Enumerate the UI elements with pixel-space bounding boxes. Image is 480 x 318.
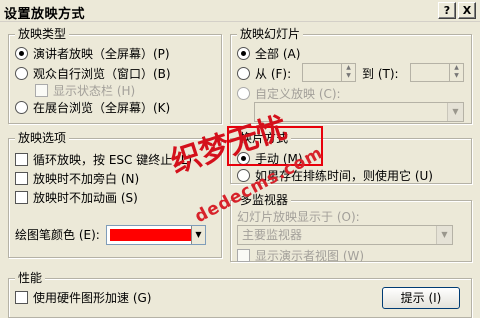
loop-option[interactable]: 循环放映，按 ESC 键终止 (L) [15,150,192,168]
hw-accel-option[interactable]: 使用硬件图形加速 (G) [15,288,151,306]
no-animation-label: 放映时不加动画 (S) [33,190,138,205]
no-narration-checkbox[interactable] [15,171,28,185]
show-type-legend: 放映类型 [15,27,70,41]
individual-option[interactable]: 观众自行浏览（窗口）(B) [15,64,171,82]
close-button[interactable]: X [458,2,476,19]
no-animation-checkbox[interactable] [15,190,28,204]
status-bar-option: 显示状态栏 (H) [35,81,135,99]
individual-radio[interactable] [15,66,28,80]
chevron-down-icon[interactable]: ▼ [191,226,205,244]
no-narration-label: 放映时不加旁白 (N) [33,171,140,186]
spin-down-icon[interactable]: ▼ [342,72,355,80]
title-bar: 设置放映方式 ? X [0,0,480,22]
presenter-label: 演讲者放映（全屏幕）(P) [33,46,170,61]
custom-show-option: 自定义放映 (C): [237,84,341,102]
individual-label: 观众自行浏览（窗口）(B) [33,66,171,81]
hw-accel-label: 使用硬件图形加速 (G) [33,290,152,305]
all-slides-label: 全部 (A) [255,46,301,61]
pen-color-picker[interactable]: ▼ [106,225,206,245]
help-button[interactable]: ? [438,2,456,19]
to-spinner[interactable]: ▲ ▼ [410,63,464,82]
display-on-dropdown: 主要监视器 ▼ [237,225,453,245]
all-slides-radio[interactable] [237,46,250,60]
spin-up-icon[interactable]: ▲ [342,64,355,72]
from-spinner[interactable]: ▲ ▼ [302,63,356,82]
from-option[interactable]: 从 (F): [237,64,291,82]
kiosk-label: 在展台浏览（全屏幕）(K) [33,100,171,115]
spin-up-icon[interactable]: ▲ [450,64,463,72]
custom-show-radio [237,86,250,100]
spin-down-icon[interactable]: ▼ [450,72,463,80]
no-narration-option[interactable]: 放映时不加旁白 (N) [15,169,139,187]
presenter-radio[interactable] [15,46,28,60]
from-label: 从 (F): [255,66,292,81]
presenter-view-checkbox [237,248,250,262]
from-radio[interactable] [237,66,250,80]
show-options-legend: 放映选项 [15,131,70,145]
slides-legend: 放映幻灯片 [237,27,304,41]
loop-checkbox[interactable] [15,152,28,166]
presenter-option[interactable]: 演讲者放映（全屏幕）(P) [15,44,170,62]
display-on-label: 幻灯片放映显示于 (O): [237,209,360,224]
performance-legend: 性能 [15,271,46,285]
presenter-view-label: 显示演示者视图 (W) [255,248,365,263]
hw-accel-checkbox[interactable] [15,290,28,304]
custom-show-dropdown: ▼ [254,102,464,122]
status-bar-checkbox [35,83,48,97]
to-label: 到 (T): [362,66,399,81]
no-animation-option[interactable]: 放映时不加动画 (S) [15,188,138,206]
presenter-view-option: 显示演示者视图 (W) [237,246,364,264]
status-bar-label: 显示状态栏 (H) [53,83,136,98]
display-on-value: 主要监视器 [242,228,303,242]
dialog-title: 设置放映方式 [4,7,86,22]
pen-color-swatch [110,229,195,241]
chevron-down-icon: ▼ [436,226,452,244]
chevron-down-icon: ▼ [447,103,463,121]
pen-color-label: 绘图笔颜色 (E): [15,227,100,242]
all-slides-option[interactable]: 全部 (A) [237,44,300,62]
custom-show-label: 自定义放映 (C): [255,86,341,101]
kiosk-radio[interactable] [15,100,28,114]
kiosk-option[interactable]: 在展台浏览（全屏幕）(K) [15,98,170,116]
